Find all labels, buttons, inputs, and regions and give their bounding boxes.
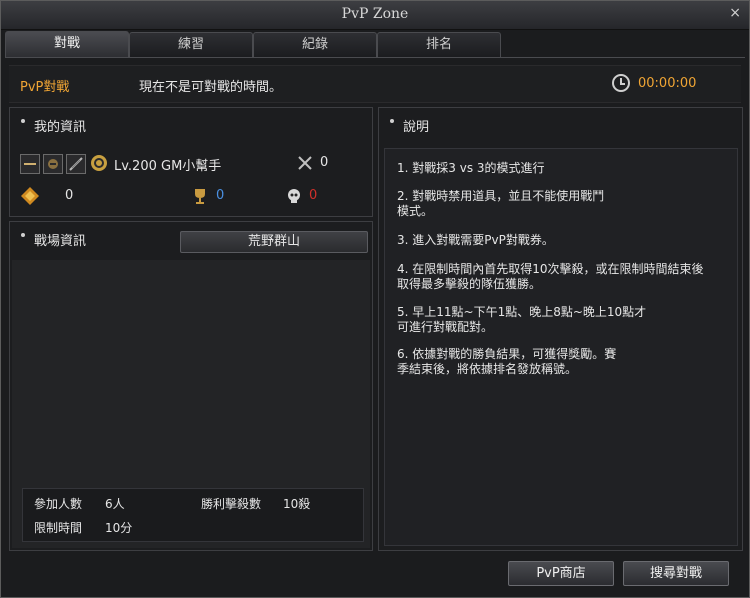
diamond-icon xyxy=(20,186,40,206)
tab-battle[interactable]: 對戰 xyxy=(5,31,129,58)
my-info-panel: 我的資訊 Lv.200 GM小幫手 0 0 0 0 xyxy=(9,107,373,217)
tab-practice[interactable]: 練習 xyxy=(129,32,253,57)
status-bar: PvP對戰 現在不是可對戰的時間。 00:00:00 xyxy=(9,65,741,103)
win-kills-label: 勝利擊殺數 xyxy=(201,497,262,511)
rule-6: 6. 依據對戰的勝負結果，可獲得獎勵。賽 季結束後，將依據排名發放稱號。 xyxy=(397,347,617,376)
participants-value: 6人 xyxy=(105,497,125,511)
title-bar[interactable]: PvP Zone × xyxy=(1,1,749,30)
helmet-icon[interactable] xyxy=(43,154,63,174)
description-panel: 說明 1. 對戰採3 vs 3的模式進行 2. 對戰時禁用道具，並且不能使用戰鬥… xyxy=(378,107,743,551)
rule-1: 1. 對戰採3 vs 3的模式進行 xyxy=(397,161,545,175)
death-count: 0 xyxy=(309,188,318,203)
bullet-icon xyxy=(390,119,394,123)
battlefield-stats: 參加人數 6人 勝利擊殺數 10殺 限制時間 10分 xyxy=(22,488,364,542)
status-message: 現在不是可對戰的時間。 xyxy=(139,80,283,95)
tab-ranking[interactable]: 排名 xyxy=(377,32,501,57)
description-title: 說明 xyxy=(403,120,430,135)
player-name: Lv.200 GM小幫手 xyxy=(114,159,222,174)
feather-icon[interactable] xyxy=(66,154,86,174)
my-info-header: 我的資訊 xyxy=(10,108,372,142)
win-kills-value: 10殺 xyxy=(283,497,311,511)
tab-divider xyxy=(5,57,745,58)
battlefield-title: 戰場資訊 xyxy=(34,234,87,249)
pvp-window: PvP Zone × 對戰 練習 紀錄 排名 PvP對戰 現在不是可對戰的時間。… xyxy=(0,0,750,598)
sword-icon[interactable] xyxy=(20,154,40,174)
smiley-icon xyxy=(90,154,108,172)
clock-icon xyxy=(612,74,630,92)
search-battle-button[interactable]: 搜尋對戰 xyxy=(623,561,729,586)
description-header: 說明 xyxy=(379,108,742,142)
time-limit-value: 10分 xyxy=(105,521,133,535)
rule-5: 5. 早上11點~下午1點、晚上8點~晚上10點才 可進行對戰配對。 xyxy=(397,305,647,334)
window-title: PvP Zone xyxy=(341,6,409,22)
my-info-title: 我的資訊 xyxy=(34,120,87,135)
pvp-label: PvP對戰 xyxy=(20,80,70,95)
battlefield-panel: 戰場資訊 荒野群山 參加人數 6人 勝利擊殺數 10殺 限制時間 10分 xyxy=(9,221,373,551)
point-count: 0 xyxy=(65,188,74,203)
tab-record[interactable]: 紀錄 xyxy=(253,32,377,57)
crossed-swords-icon xyxy=(297,155,313,171)
countdown-timer: 00:00:00 xyxy=(638,76,697,91)
description-body: 1. 對戰採3 vs 3的模式進行 2. 對戰時禁用道具，並且不能使用戰鬥 模式… xyxy=(384,148,738,546)
participants-label: 參加人數 xyxy=(34,497,83,511)
rule-2: 2. 對戰時禁用道具，並且不能使用戰鬥 模式。 xyxy=(397,189,605,218)
map-select-button[interactable]: 荒野群山 xyxy=(180,231,368,253)
bullet-icon xyxy=(21,119,25,123)
rule-3: 3. 進入對戰需要PvP對戰券。 xyxy=(397,233,554,247)
time-limit-label: 限制時間 xyxy=(34,521,83,535)
pvp-shop-button[interactable]: PvP商店 xyxy=(508,561,614,586)
trophy-icon xyxy=(191,187,209,205)
close-icon[interactable]: × xyxy=(729,5,741,21)
bullet-icon xyxy=(21,233,25,237)
rule-4: 4. 在限制時間內首先取得10次擊殺，或在限制時間結束後 取得最多擊殺的隊伍獲勝… xyxy=(397,262,704,291)
win-count: 0 xyxy=(216,188,225,203)
skull-icon xyxy=(285,187,303,205)
kill-count: 0 xyxy=(320,155,329,170)
